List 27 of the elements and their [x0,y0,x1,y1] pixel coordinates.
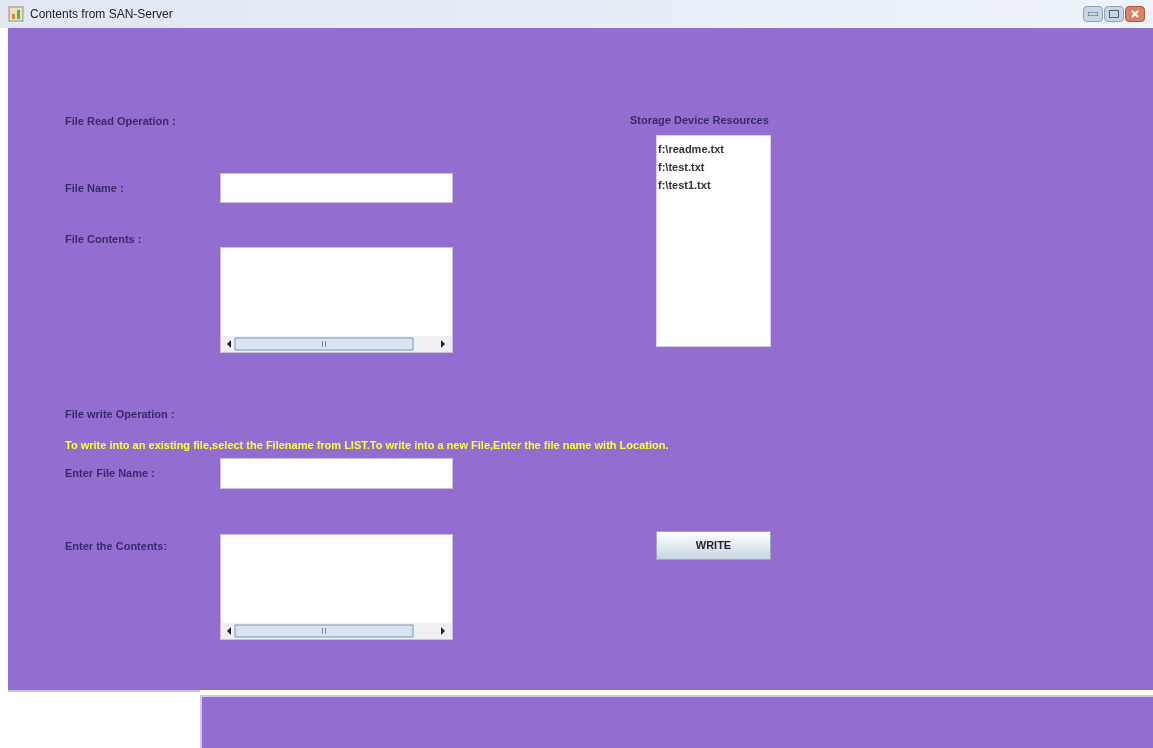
list-item[interactable]: f:\readme.txt [658,140,770,158]
contents-area[interactable] [220,534,453,640]
horizontal-scrollbar[interactable] [221,336,452,352]
file-name-field[interactable] [220,173,453,203]
section-heading: File Read Operation : [65,114,177,127]
resource-list[interactable]: f:\readme.txt f:\test.txt f:\test1.txt [656,135,771,347]
write-button[interactable]: WRITE [656,531,771,560]
instruction-text: To write into an existing file,select the Filename from LIST.To write into a new File,Enter the file name with Location. [65,438,669,452]
file-contents-area[interactable] [220,247,453,353]
minimize-icon [1088,12,1098,16]
file-name-field[interactable] [220,458,453,489]
field-label: Enter the Contents: [65,539,169,554]
list-item[interactable]: f:\test.txt [658,158,770,176]
field-label: Enter File Name : [65,466,156,482]
field-label: File Contents : [65,232,143,247]
horizontal-scrollbar[interactable] [221,623,452,639]
java-app-icon [8,6,24,22]
close-icon [1131,10,1139,18]
list-heading: Storage Device Resources [630,113,770,126]
minimize-button[interactable] [1083,6,1103,22]
close-button[interactable] [1125,6,1145,22]
maximize-icon [1109,10,1119,18]
maximize-button[interactable] [1104,6,1124,22]
list-item[interactable]: f:\test1.txt [658,176,770,194]
section-heading: File write Operation : [65,407,176,420]
window-title: Contents from SAN-Server [30,6,173,23]
field-label: File Name : [65,180,125,196]
